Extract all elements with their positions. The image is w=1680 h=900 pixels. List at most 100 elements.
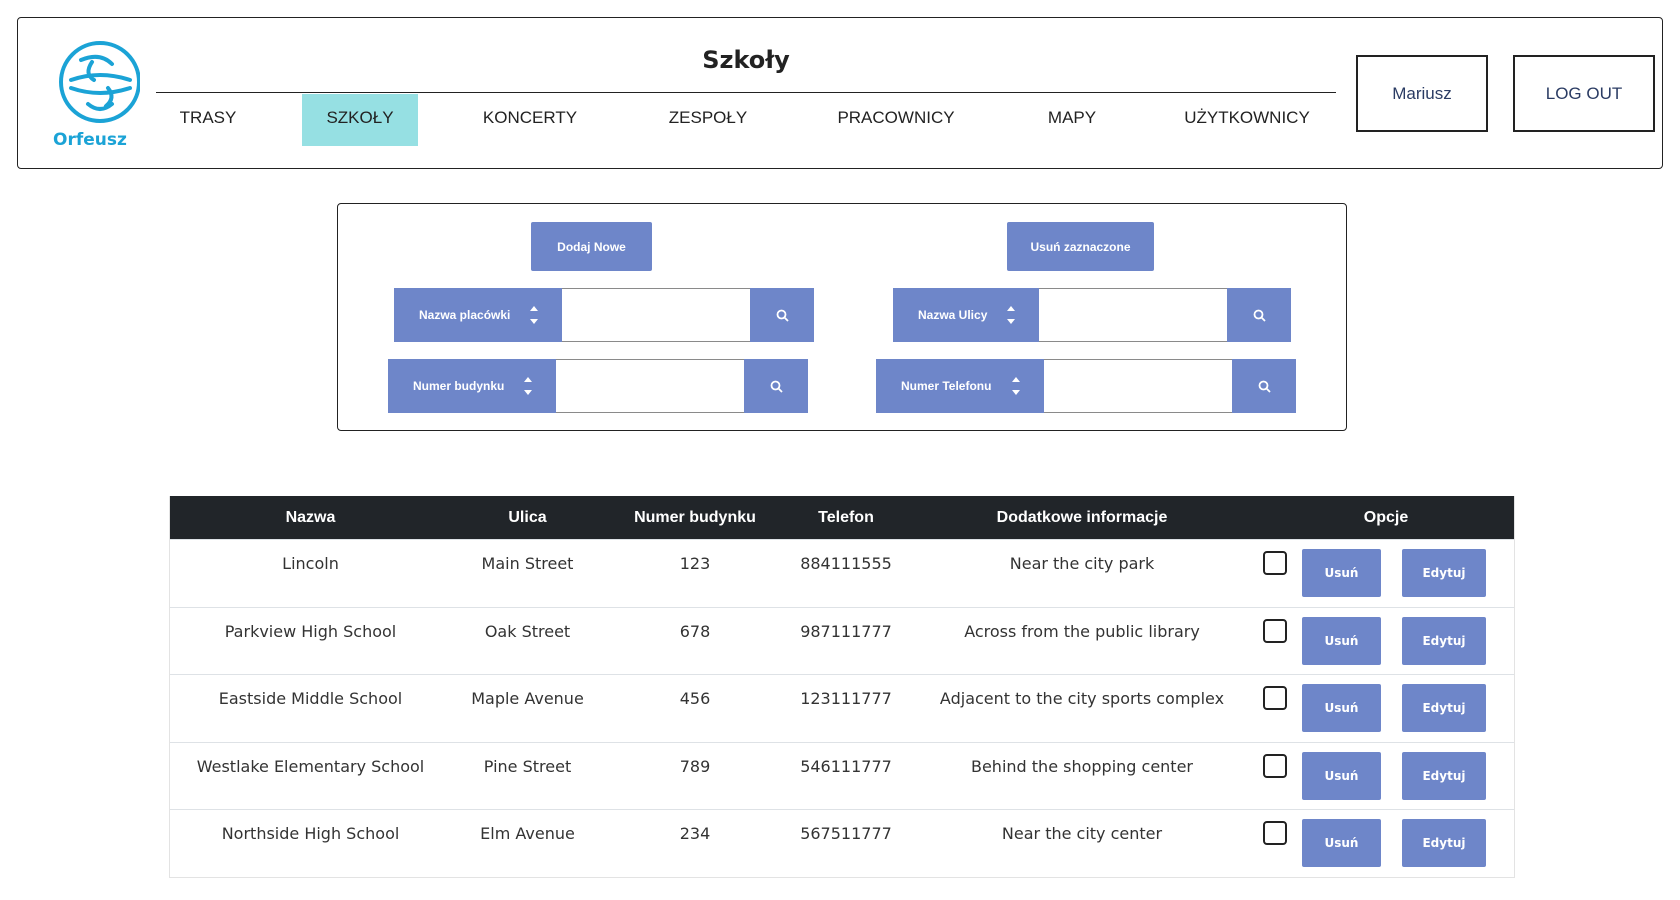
cell-building-number: 234 [679,824,711,844]
app-header: Orfeusz Szkoły TRASY SZKOŁY KONCERTY ZES… [17,17,1663,169]
cell-street: Elm Avenue [480,824,575,844]
row-select-checkbox[interactable] [1263,618,1287,643]
table-header: Nazwa Ulica Numer budynku Telefon Dodatk… [170,496,1514,539]
cell-name: Lincoln [282,554,339,573]
table-row: Eastside Middle School Maple Avenue 456 … [170,674,1514,742]
table-row: Northside High School Elm Avenue 234 567… [170,809,1514,877]
cell-phone: 546111777 [800,756,892,776]
cell-options: Usuń Edytuj [1258,743,1514,810]
cell-phone: 884111555 [800,554,892,573]
nav-tab-pracownicy[interactable]: PRACOWNICY [816,94,976,146]
cell-name: Westlake Elementary School [196,756,425,776]
cell-phone: 123111777 [800,689,892,709]
column-header-nazwa[interactable]: Nazwa [170,509,451,527]
filter-phone-input[interactable] [1044,359,1232,413]
cell-building-number: 123 [679,554,711,573]
cell-additional-info: Across from the public library [964,621,1200,641]
search-icon [776,309,789,322]
row-select-checkbox[interactable] [1263,686,1287,711]
page-title: Szkoły [702,46,790,74]
nav-tab-uzytkownicy[interactable]: UŻYTKOWNICY [1168,94,1326,146]
nav-tab-koncerty[interactable]: KONCERTY [460,94,600,146]
cell-options: Usuń Edytuj [1258,675,1514,742]
table-row: Westlake Elementary School Pine Street 7… [170,741,1514,810]
filter-panel: Dodaj Nowe Usuń zaznaczone Nazwa placówk… [337,203,1347,431]
logo-text: Orfeusz [53,130,127,150]
filter-building-input[interactable] [556,359,744,413]
filter-street-sort[interactable]: Nazwa Ulicy [893,288,1039,342]
filter-name-group: Nazwa placówki [394,288,814,342]
cell-name: Parkview High School [224,621,397,641]
schools-table: Nazwa Ulica Numer budynku Telefon Dodatk… [169,496,1515,878]
row-select-checkbox[interactable] [1263,753,1287,778]
sort-arrows-icon [530,306,538,324]
cell-phone: 567511777 [800,824,892,844]
cell-building-number: 678 [679,621,711,641]
row-delete-button[interactable]: Usuń [1302,819,1381,868]
cell-additional-info: Adjacent to the city sports complex [939,689,1225,709]
nav-tab-zespoly[interactable]: ZESPOŁY [646,94,770,146]
row-delete-button[interactable]: Usuń [1302,684,1381,733]
nav-tab-mapy[interactable]: MAPY [1022,94,1122,146]
delete-selected-button[interactable]: Usuń zaznaczone [1007,222,1154,271]
row-delete-button[interactable]: Usuń [1302,549,1381,597]
filter-name-search-button[interactable] [750,288,814,342]
table-row: Parkview High School Oak Street 678 9871… [170,606,1514,675]
cell-name: Eastside Middle School [218,689,403,709]
filter-street-input[interactable] [1039,288,1227,342]
logo[interactable]: Orfeusz [40,40,140,158]
user-profile-button[interactable]: Mariusz [1356,55,1488,132]
row-delete-button[interactable]: Usuń [1302,751,1381,800]
search-icon [1258,380,1271,393]
column-header-dodatkowe-informacje[interactable]: Dodatkowe informacje [906,509,1258,527]
sort-arrows-icon [1007,306,1015,324]
cell-street: Maple Avenue [471,689,584,709]
add-new-button[interactable]: Dodaj Nowe [531,222,652,271]
row-select-checkbox[interactable] [1263,551,1287,575]
filter-building-label: Numer budynku [413,379,505,393]
filter-building-sort[interactable]: Numer budynku [388,359,556,413]
sort-arrows-icon [524,377,532,395]
row-select-checkbox[interactable] [1263,821,1287,846]
orfeusz-logo-icon [59,41,140,123]
filter-phone-search-button[interactable] [1232,359,1296,413]
nav-tab-szkoly[interactable]: SZKOŁY [302,94,418,146]
column-header-telefon[interactable]: Telefon [786,509,906,527]
cell-options: Usuń Edytuj [1258,540,1514,607]
cell-street: Pine Street [483,756,572,776]
column-header-numer-budynku[interactable]: Numer budynku [604,509,786,527]
row-edit-button[interactable]: Edytuj [1402,819,1486,868]
cell-building-number: 789 [679,756,711,776]
cell-street: Oak Street [484,621,571,641]
cell-building-number: 456 [679,689,711,709]
search-icon [770,380,783,393]
filter-phone-sort[interactable]: Numer Telefonu [876,359,1044,413]
row-edit-button[interactable]: Edytuj [1402,684,1486,733]
filter-name-sort[interactable]: Nazwa placówki [394,288,562,342]
column-header-opcje: Opcje [1363,508,1409,526]
filter-street-search-button[interactable] [1227,288,1291,342]
cell-additional-info: Near the city park [1009,554,1155,573]
cell-options: Usuń Edytuj [1258,608,1514,675]
filter-name-input[interactable] [562,288,750,342]
cell-phone: 987111777 [800,621,892,641]
main-nav: TRASY SZKOŁY KONCERTY ZESPOŁY PRACOWNICY… [156,94,1336,146]
filter-street-group: Nazwa Ulicy [893,288,1291,342]
title-divider [156,92,1336,93]
logout-button[interactable]: LOG OUT [1513,55,1655,132]
filter-street-label: Nazwa Ulicy [918,308,988,322]
row-edit-button[interactable]: Edytuj [1402,751,1486,800]
filter-phone-group: Numer Telefonu [876,359,1296,413]
row-edit-button[interactable]: Edytuj [1402,616,1486,665]
filter-name-label: Nazwa placówki [419,308,511,322]
cell-street: Main Street [481,554,574,573]
nav-tab-trasy[interactable]: TRASY [156,94,260,146]
filter-building-group: Numer budynku [388,359,808,413]
cell-name: Northside High School [221,824,400,844]
filter-building-search-button[interactable] [744,359,808,413]
row-edit-button[interactable]: Edytuj [1402,549,1486,597]
row-delete-button[interactable]: Usuń [1302,616,1381,665]
filter-phone-label: Numer Telefonu [901,379,992,393]
cell-additional-info: Behind the shopping center [970,756,1193,776]
column-header-ulica[interactable]: Ulica [451,509,604,527]
